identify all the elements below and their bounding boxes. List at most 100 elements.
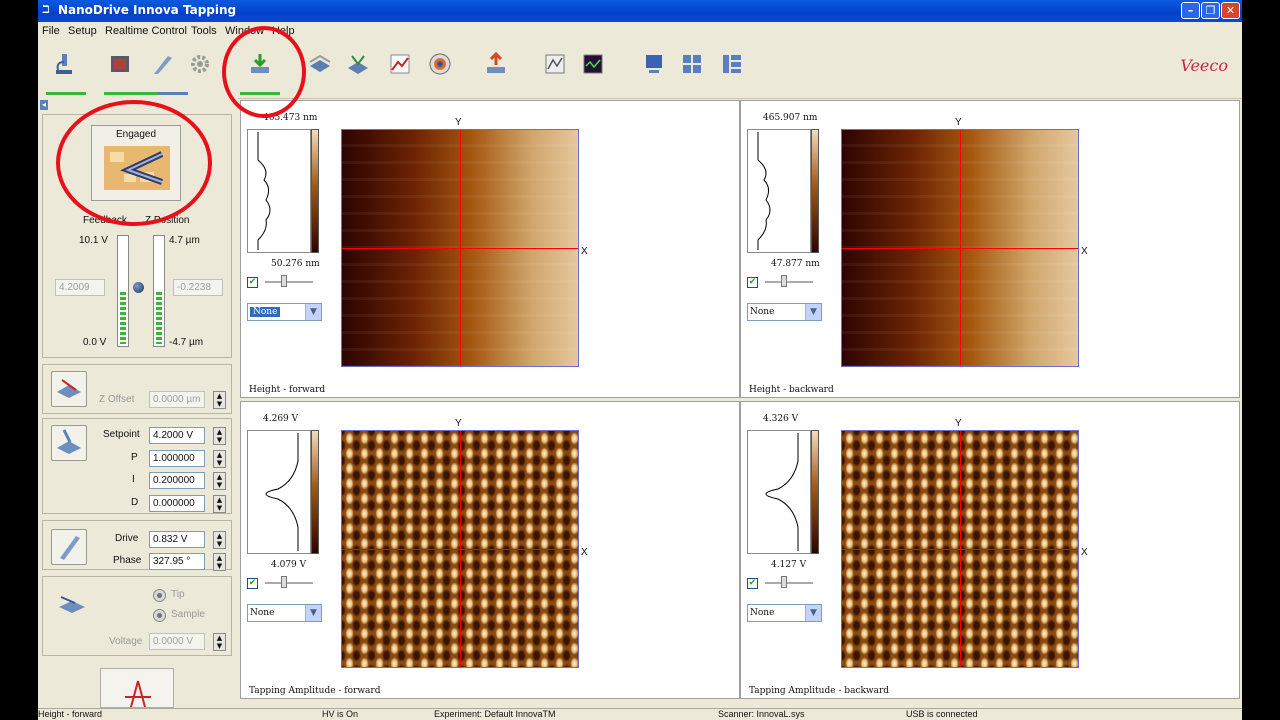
camera-icon[interactable]: [108, 52, 132, 76]
stage-icon[interactable]: [308, 52, 332, 76]
crosshair-horizontal: [842, 248, 1078, 249]
bias-group: Tip Sample Voltage 0.0000 V ▲ ▼: [42, 576, 232, 656]
color-bar: [811, 129, 819, 253]
z-offset-button[interactable]: [51, 371, 87, 407]
phase-field[interactable]: 327.95 °: [149, 553, 205, 570]
app-icon: ℶ: [42, 3, 51, 16]
histogram-checkbox[interactable]: ✔: [247, 578, 258, 589]
z-meter: [153, 235, 165, 347]
active-indicator: [46, 92, 86, 95]
sample-radio[interactable]: [153, 609, 166, 622]
menu-setup[interactable]: Setup: [68, 25, 97, 37]
histogram-max: 4.269 V: [263, 414, 299, 424]
drive-spinner[interactable]: ▲ ▼: [213, 531, 226, 549]
contrast-slider-track: [765, 582, 813, 584]
feedback-max: 10.1 V: [79, 235, 108, 246]
x-axis-label: X: [581, 547, 588, 558]
histogram-checkbox[interactable]: ✔: [747, 578, 758, 589]
i-gain-spinner[interactable]: ▲ ▼: [213, 472, 226, 490]
feedback-params-group: Setpoint 4.2000 V ▲ ▼ P 1.000000 ▲ ▼ I 0.2…: [42, 418, 232, 514]
histogram-min: 47.877 nm: [771, 259, 820, 269]
status-led-icon: [133, 282, 144, 293]
target-icon[interactable]: [428, 52, 452, 76]
histogram-min: 50.276 nm: [271, 259, 320, 269]
minimize-button[interactable]: –: [1181, 2, 1200, 19]
color-bar: [311, 129, 319, 253]
chevron-down-icon: ▼: [305, 304, 321, 320]
filter-dropdown[interactable]: None ▼: [747, 604, 822, 622]
menu-realtime-control[interactable]: Realtime Control: [105, 25, 187, 37]
layout-icon[interactable]: [680, 52, 704, 76]
feedback-params-button[interactable]: [51, 425, 87, 461]
layout-grid-icon[interactable]: [720, 52, 744, 76]
gear-icon[interactable]: [188, 52, 212, 76]
spectrum-icon[interactable]: [388, 52, 412, 76]
drive-label: Drive: [115, 533, 139, 544]
p-gain-spinner[interactable]: ▲ ▼: [213, 450, 226, 468]
image-panel: 465.473 nm 50.276 nm ✔ None ▼ Y X Height …: [240, 100, 740, 398]
setpoint-spinner[interactable]: ▲ ▼: [213, 427, 226, 445]
status-bar: Height - forward HV is On Experiment: De…: [38, 708, 1242, 720]
drive-button[interactable]: [51, 529, 87, 565]
filter-dropdown[interactable]: None ▼: [247, 303, 322, 321]
toolbar: Veeco: [38, 40, 1242, 99]
contrast-slider-thumb[interactable]: [281, 576, 287, 588]
histogram-min: 4.079 V: [271, 560, 307, 570]
histogram-checkbox[interactable]: ✔: [747, 277, 758, 288]
laser-button[interactable]: [100, 668, 174, 708]
drive-field[interactable]: 0.832 V: [149, 531, 205, 548]
scope-icon[interactable]: [543, 52, 567, 76]
z-max: 4.7 µm: [169, 235, 200, 246]
histogram-checkbox[interactable]: ✔: [247, 277, 258, 288]
status-view: Height - forward: [38, 709, 103, 719]
contrast-slider-thumb[interactable]: [281, 275, 287, 287]
setpoint-field[interactable]: 4.2000 V: [149, 427, 205, 444]
phase-spinner[interactable]: ▲ ▼: [213, 553, 226, 571]
contrast-slider-thumb[interactable]: [781, 576, 787, 588]
phase-label: Phase: [113, 555, 142, 566]
histogram: [247, 129, 311, 253]
scan-icon[interactable]: [346, 52, 370, 76]
feedback-meter-fill: [120, 292, 126, 344]
panel-caption: Tapping Amplitude - forward: [249, 686, 381, 696]
y-axis-label: Y: [955, 418, 962, 429]
drive-group: Drive 0.832 V ▲ ▼ Phase 327.95 ° ▲ ▼: [42, 520, 232, 571]
color-bar: [311, 430, 319, 554]
image-panel: 4.269 V 4.079 V ✔ None ▼ Y X Tapping Ampl…: [240, 401, 740, 699]
i-gain-field[interactable]: 0.200000: [149, 472, 205, 489]
menu-file[interactable]: File: [42, 25, 60, 37]
z-offset-field: 0.0000 µm: [149, 391, 205, 408]
height-image[interactable]: [341, 129, 579, 367]
panel-caption: Tapping Amplitude - backward: [749, 686, 890, 696]
p-gain-field[interactable]: 1.000000: [149, 450, 205, 467]
amplitude-image[interactable]: [841, 430, 1079, 668]
x-axis-label: X: [581, 246, 588, 257]
height-image[interactable]: [841, 129, 1079, 367]
filter-dropdown[interactable]: None ▼: [747, 303, 822, 321]
d-gain-field[interactable]: 0.000000: [149, 495, 205, 512]
filter-value: None: [250, 608, 275, 618]
d-label: D: [131, 497, 139, 508]
z-offset-icon: [57, 379, 81, 398]
amplitude-image[interactable]: [341, 430, 579, 668]
withdraw-icon[interactable]: [484, 52, 508, 76]
microscope-icon[interactable]: [52, 52, 76, 76]
computer-icon[interactable]: [642, 52, 666, 76]
collapse-arrow-icon[interactable]: ◂: [40, 100, 48, 110]
histogram-min: 4.127 V: [771, 560, 807, 570]
z-meter-fill: [156, 292, 162, 344]
contrast-slider-thumb[interactable]: [781, 275, 787, 287]
chevron-down-icon: ▼: [305, 605, 321, 621]
probe-icon[interactable]: [150, 52, 174, 76]
oscilloscope-icon[interactable]: [581, 52, 605, 76]
z-offset-group: Z Offset 0.0000 µm ▲ ▼: [42, 364, 232, 414]
filter-dropdown[interactable]: None ▼: [247, 604, 322, 622]
close-button[interactable]: ✕: [1221, 2, 1240, 19]
maximize-button[interactable]: ❐: [1201, 2, 1220, 19]
z-min: -4.7 µm: [169, 337, 204, 348]
feedback-value-field: 4.2009: [55, 279, 105, 296]
y-axis-label: Y: [455, 418, 462, 429]
tip-radio[interactable]: [153, 589, 166, 602]
menu-tools[interactable]: Tools: [191, 25, 217, 37]
d-gain-spinner[interactable]: ▲ ▼: [213, 495, 226, 513]
